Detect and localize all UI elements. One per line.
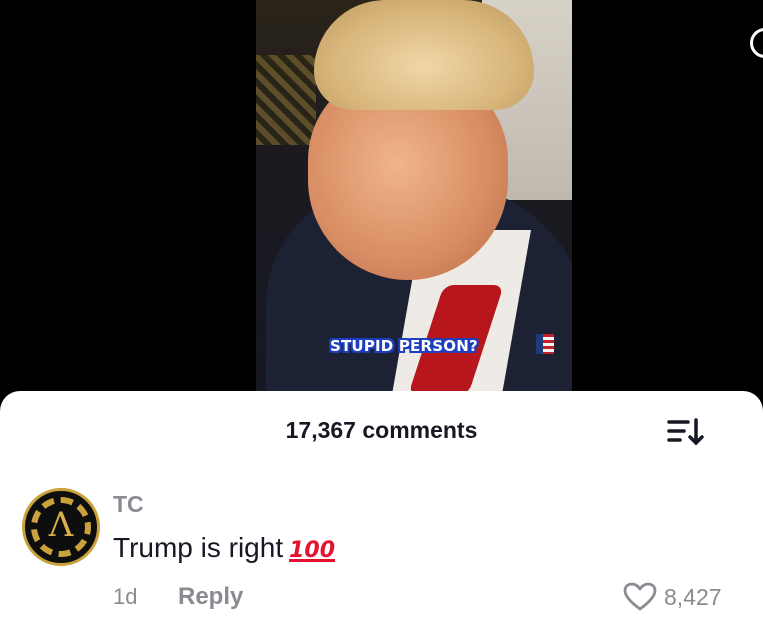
sort-down-icon[interactable] [666,417,706,447]
video-ornament [256,55,316,145]
avatar[interactable]: Λ [22,488,100,566]
flag-pin [536,334,554,354]
comments-count-title: 17,367 comments [285,417,478,443]
heart-outline-icon[interactable] [623,582,657,612]
comment-timestamp: 1d [113,584,138,609]
video-caption: STUPID PERSON? [330,337,478,355]
comment-item[interactable]: Λ TC Trump is right 100 1d Reply 8,427 [0,479,763,629]
hundred-points-icon: 100 [289,538,336,563]
avatar-glyph: Λ [48,505,74,545]
comment-username[interactable]: TC [113,491,144,518]
comments-sheet: 17,367 comments Λ TC Trump is right 100 1… [0,391,763,638]
video-player[interactable]: STUPID PERSON? [0,0,763,400]
video-figure-hair [314,0,534,110]
video-frame[interactable] [256,0,572,392]
circle-icon[interactable] [750,28,763,58]
reply-button[interactable]: Reply [178,583,243,611]
like-count: 8,427 [664,584,722,610]
comment-body: Trump is right [113,532,284,563]
comment-text: Trump is right 100 [113,532,335,564]
